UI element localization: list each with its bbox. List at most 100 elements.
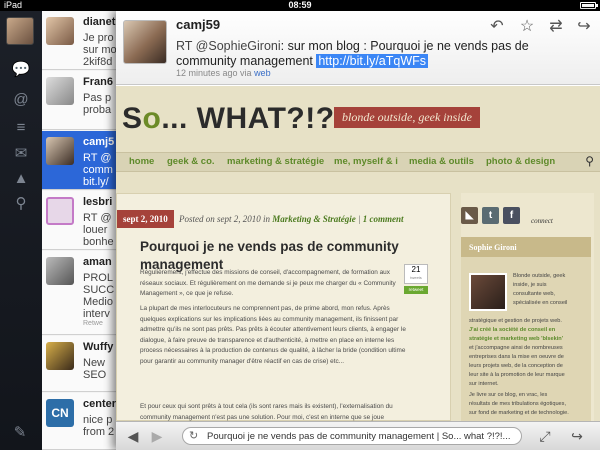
- tweet-text: from 2: [83, 426, 115, 438]
- comments-link[interactable]: 1 comment: [363, 214, 404, 224]
- site-nav: home geek & co. marketing & stratégie me…: [116, 152, 600, 172]
- avatar: [46, 197, 74, 225]
- about-widget: Sophie Gironi Blonde outside, geek insid…: [461, 237, 591, 421]
- share-icon[interactable]: ↪: [574, 17, 594, 37]
- reload-icon[interactable]: ↻: [189, 429, 198, 442]
- tweet-text: RT @: [83, 212, 112, 224]
- list-item[interactable]: dianet Je pro sur mo 2kif8d: [42, 11, 122, 70]
- tweet-author: Wuffy: [83, 341, 114, 353]
- tweet-text: bonhe: [83, 236, 114, 248]
- tweet-text: SEO: [83, 369, 107, 381]
- list-icon[interactable]: ≡: [8, 117, 34, 139]
- post-paragraph: Régulièrement, j'effectue des missions d…: [140, 269, 396, 297]
- tweet-author: dianet: [83, 16, 116, 28]
- list-item[interactable]: lesbri RT @ louer bonhe: [42, 191, 122, 250]
- back-icon[interactable]: ◀: [124, 427, 142, 445]
- tweet-author[interactable]: camj59: [176, 17, 220, 32]
- tweet-text: comm: [83, 164, 113, 176]
- post-meta-sep: |: [355, 214, 363, 224]
- nav-media[interactable]: media & outils: [409, 156, 474, 167]
- site-logo[interactable]: So... WHAT?!?!: [122, 102, 345, 136]
- rss-icon[interactable]: ◣: [461, 207, 478, 224]
- logo-text: o: [142, 102, 162, 135]
- post-meta-text: Posted on sept 2, 2010 in: [179, 214, 270, 224]
- about-title: Sophie Gironi: [469, 243, 517, 252]
- tweet-count: 21: [411, 265, 421, 274]
- expand-icon[interactable]: ⤢: [536, 427, 554, 445]
- page-title: Pourquoi je ne vends pas de community ma…: [207, 431, 511, 442]
- tweet-text: New: [83, 357, 106, 369]
- retweet-button[interactable]: retweet: [404, 286, 428, 294]
- envelope-icon[interactable]: ✉: [8, 143, 34, 165]
- about-text: et j'accompagne ainsi de nombreuses: [469, 345, 563, 351]
- about-text: Je livre sur ce blog, en vrac, les: [469, 392, 548, 398]
- about-header: Sophie Gironi: [461, 237, 591, 257]
- connect-label: connect: [531, 217, 553, 225]
- retweet-label: Retwe: [83, 320, 103, 327]
- compose-icon[interactable]: ✎: [8, 423, 32, 443]
- company-link[interactable]: stratégie et marketing web 'blsekin': [469, 335, 563, 344]
- search-icon[interactable]: ⚲: [585, 154, 594, 168]
- search-icon[interactable]: ⚲: [8, 193, 34, 215]
- list-item[interactable]: aman PROL SUCC Medio interv Retwe: [42, 251, 122, 335]
- avatar: [46, 137, 74, 165]
- star-icon[interactable]: ☆: [517, 17, 537, 37]
- client-link[interactable]: web: [254, 68, 271, 78]
- category-link[interactable]: Marketing & Stratégie: [272, 214, 356, 224]
- about-text: entreprises dans la mise en oeuvre de: [469, 354, 564, 360]
- about-text: stratégique et gestion de projets web.: [469, 318, 562, 324]
- reply-icon[interactable]: ↶: [487, 17, 507, 37]
- tweet-link[interactable]: http://bit.ly/aTqWFs: [316, 54, 429, 68]
- nav-me[interactable]: me, myself & i: [334, 156, 398, 167]
- nav-geek[interactable]: geek & co.: [167, 156, 215, 167]
- retweet-icon[interactable]: ⇄: [546, 17, 566, 37]
- tweet-body: RT @SophieGironi: sur mon blog : Pourquo…: [176, 39, 536, 69]
- clock: 08:59: [288, 0, 312, 10]
- tweet-text: Je pro: [83, 32, 114, 44]
- account-sidebar: 💬 @ ≡ ✉ ▲ ⚲ ✎: [0, 11, 42, 450]
- twitter-icon[interactable]: t: [482, 207, 499, 224]
- author-photo: [469, 273, 507, 311]
- facebook-icon[interactable]: f: [503, 207, 520, 224]
- list-item[interactable]: Fran6 Pas p proba: [42, 71, 122, 130]
- person-icon[interactable]: ▲: [8, 168, 34, 190]
- list-item[interactable]: camj5 RT @ comm bit.ly/: [42, 131, 122, 190]
- logo-text: S: [122, 102, 143, 135]
- mention-link[interactable]: RT @SophieGironi: [176, 39, 281, 53]
- avatar: CN: [46, 399, 74, 427]
- tweet-text: bit.ly/: [83, 176, 109, 188]
- share-icon[interactable]: ↪: [568, 427, 586, 445]
- tweet-text: PROL: [83, 272, 113, 284]
- nav-marketing[interactable]: marketing & stratégie: [227, 156, 324, 167]
- account-avatar[interactable]: [6, 17, 34, 45]
- post-paragraph: La plupart de mes interlocuteurs ne comp…: [140, 305, 406, 365]
- tweet-text: RT @: [83, 152, 112, 164]
- nav-photo[interactable]: photo & design: [486, 156, 555, 167]
- nav-home[interactable]: home: [129, 156, 154, 167]
- avatar[interactable]: [123, 20, 167, 64]
- bubble-icon[interactable]: 💬: [8, 59, 34, 81]
- timestamp: 12 minutes ago: [176, 68, 238, 78]
- timeline-list[interactable]: dianet Je pro sur mo 2kif8d Fran6 Pas p …: [42, 11, 122, 450]
- tweet-text: Medio: [83, 296, 113, 308]
- tweet-text: 2kif8d: [83, 56, 113, 68]
- tweet-meta: 12 minutes ago via web: [176, 68, 271, 78]
- list-item[interactable]: CN center nice p from 2: [42, 393, 122, 450]
- avatar: [46, 257, 74, 285]
- tweet-text: proba: [83, 104, 112, 116]
- about-text: spécialisée en conseil: [513, 300, 568, 306]
- site-tagline: blonde outside, geek inside: [334, 107, 480, 128]
- tweet-author: Fran6: [83, 76, 113, 88]
- web-view[interactable]: So... WHAT?!?! blonde outside, geek insi…: [116, 86, 600, 421]
- about-text: sur internet.: [469, 381, 499, 387]
- blog-post: sept 2, 2010 Posted on sept 2, 2010 in M…: [116, 193, 451, 421]
- status-bar: iPad 08:59: [0, 0, 600, 11]
- tweet-text: interv: [83, 308, 110, 320]
- forward-icon[interactable]: ▶: [148, 427, 166, 445]
- company-link[interactable]: J'ai créé la société de conseil en: [469, 326, 555, 335]
- list-item[interactable]: Wuffy New SEO: [42, 336, 122, 392]
- avatar: [46, 342, 74, 370]
- address-field[interactable]: ↻ Pourquoi je ne vends pas de community …: [182, 427, 522, 445]
- at-icon[interactable]: @: [8, 89, 34, 111]
- tweet-text: Pas p: [83, 92, 112, 104]
